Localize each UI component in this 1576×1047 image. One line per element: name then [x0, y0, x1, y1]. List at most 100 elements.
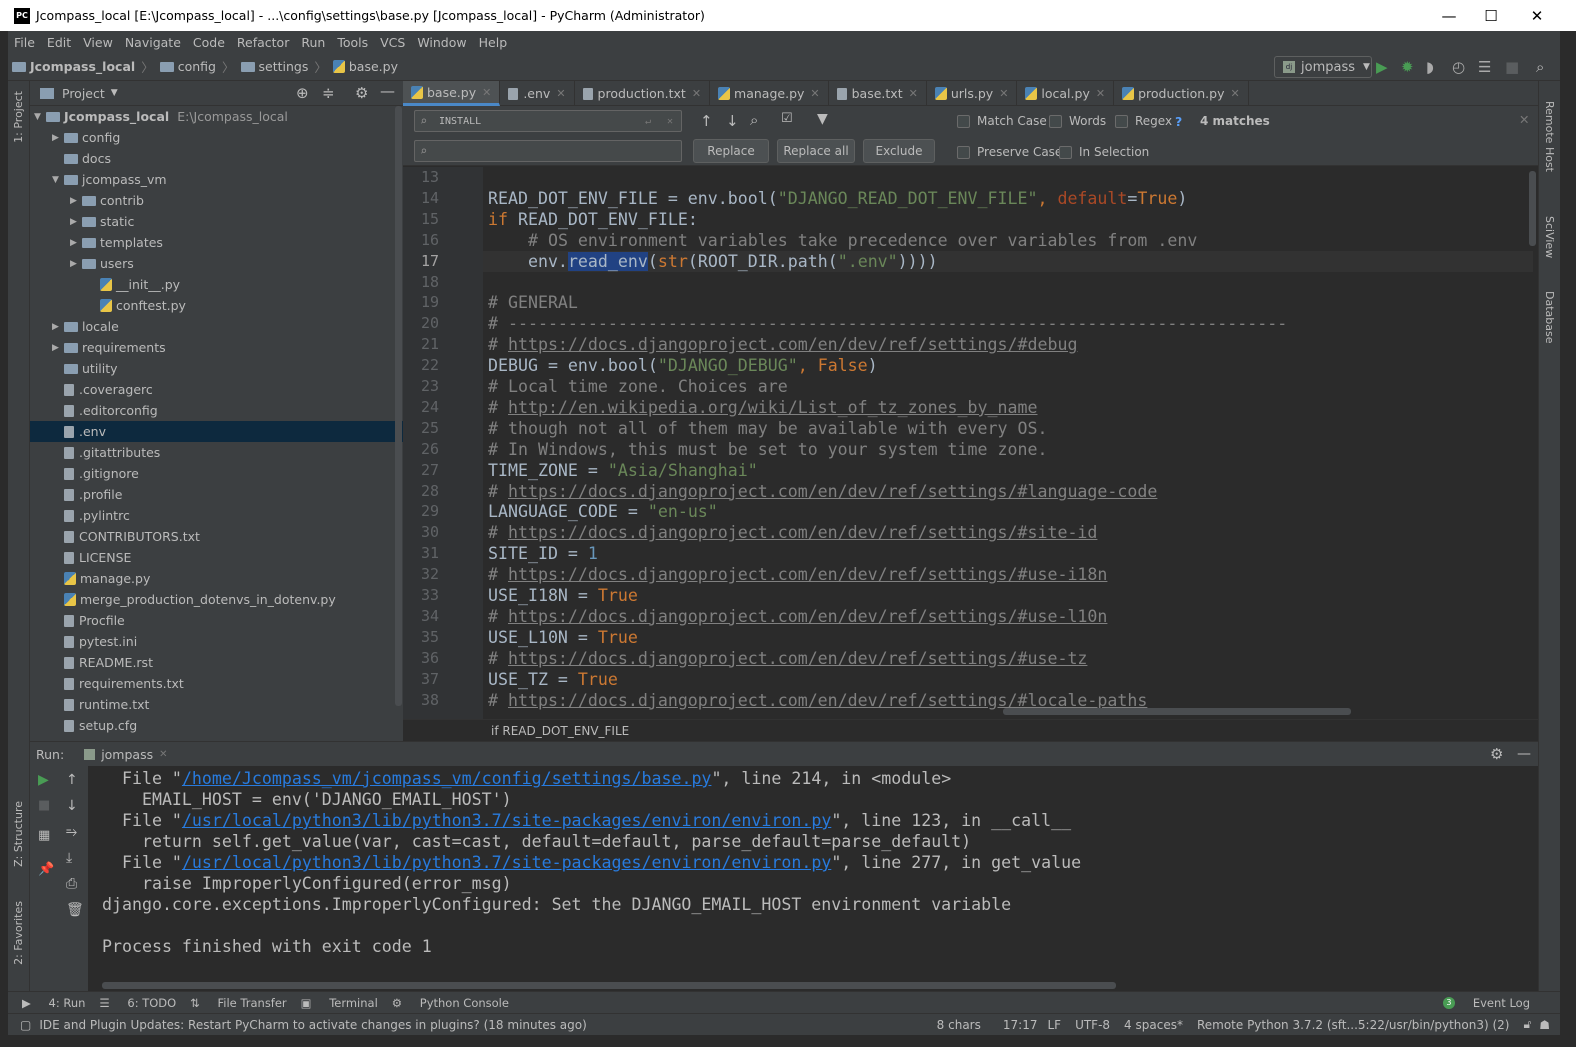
structure-tool-tab[interactable]: Z: Structure	[12, 801, 25, 867]
regex-checkbox[interactable]: Regex	[1115, 114, 1172, 128]
tree-item[interactable]: conftest.py	[30, 295, 403, 316]
tree-item[interactable]: CONTRIBUTORS.txt	[30, 526, 403, 547]
tree-item[interactable]: utility	[30, 358, 403, 379]
code-link[interactable]: https://docs.djangoproject.com/en/dev/re…	[508, 607, 1107, 626]
tab-production-txt[interactable]: production.txt ✕	[575, 81, 711, 106]
editor-horizontal-scrollbar[interactable]	[1003, 708, 1351, 715]
tree-item[interactable]: ▶ templates	[30, 232, 403, 253]
close-tab-icon[interactable]: ✕	[810, 87, 819, 100]
run-tab-jompass[interactable]: jompass ✕	[84, 747, 168, 762]
expand-arrow-icon[interactable]: ▶	[70, 259, 82, 269]
menu-refactor[interactable]: Refactor	[231, 35, 295, 50]
code-area[interactable]: READ_DOT_ENV_FILE = env.bool("DJANGO_REA…	[403, 167, 1538, 719]
console-file-link[interactable]: /usr/local/python3/lib/python3.7/site-pa…	[182, 853, 831, 872]
expand-arrow-icon[interactable]: ▶	[70, 238, 82, 248]
filter-icon[interactable]: ▼	[817, 111, 828, 127]
tab-base-py[interactable]: base.py ✕	[403, 81, 501, 106]
tab--env[interactable]: .env ✕	[500, 81, 575, 106]
tree-item[interactable]: .coveragerc	[30, 379, 403, 400]
menu-window[interactable]: Window	[411, 35, 472, 50]
in-selection-checkbox[interactable]: In Selection	[1059, 145, 1149, 159]
tool-file-transfer[interactable]: ⇅ File Transfer	[190, 996, 286, 1010]
scroll-up-icon[interactable]: ↑	[66, 772, 78, 788]
menu-view[interactable]: View	[77, 35, 119, 50]
code-link[interactable]: https://docs.djangoproject.com/en/dev/re…	[508, 565, 1107, 584]
menu-navigate[interactable]: Navigate	[119, 35, 187, 50]
select-all-occurrences-icon[interactable]: ⌕	[750, 111, 758, 129]
menu-run[interactable]: Run	[295, 35, 331, 50]
caret-position[interactable]: 17:17	[1003, 1018, 1038, 1032]
match-case-checkbox[interactable]: Match Case	[957, 114, 1047, 128]
locate-icon[interactable]: ⊕	[296, 84, 309, 102]
tree-item[interactable]: .env	[30, 421, 403, 442]
menu-file[interactable]: File	[8, 35, 41, 50]
interpreter-setting[interactable]: Remote Python 3.7.2 (sft...5:22/usr/bin/…	[1197, 1018, 1510, 1032]
tree-item[interactable]: ▶ static	[30, 211, 403, 232]
exclude-button[interactable]: Exclude	[863, 139, 935, 163]
menu-edit[interactable]: Edit	[41, 35, 77, 50]
code-link[interactable]: https://docs.djangoproject.com/en/dev/re…	[508, 335, 1077, 354]
menu-tools[interactable]: Tools	[331, 35, 374, 50]
clear-icon[interactable]: ✕	[667, 116, 673, 127]
crumb-settings[interactable]: settings	[237, 59, 313, 74]
tab-local-py[interactable]: local.py ✕	[1017, 81, 1115, 106]
tool-python-console[interactable]: ⚙ Python Console	[392, 996, 509, 1010]
close-tab-icon[interactable]: ✕	[482, 86, 491, 99]
tree-item[interactable]: LICENSE	[30, 547, 403, 568]
regex-help-link[interactable]: ?	[1175, 114, 1182, 129]
tool-terminal[interactable]: ▣ Terminal	[301, 996, 378, 1010]
close-button[interactable]: ✕	[1514, 0, 1560, 31]
tree-item[interactable]: merge_production_dotenvs_in_dotenv.py	[30, 589, 403, 610]
minimize-button[interactable]: —	[1426, 0, 1472, 31]
trash-icon[interactable]: 🗑	[66, 902, 84, 918]
gear-icon[interactable]: ⚙	[1490, 745, 1503, 763]
expand-arrow-icon[interactable]: ▼	[52, 175, 64, 185]
tab-base-txt[interactable]: base.txt ✕	[829, 81, 927, 106]
tree-item[interactable]: pytest.ini	[30, 631, 403, 652]
expand-arrow-icon[interactable]: ▶	[52, 322, 64, 332]
project-scrollbar[interactable]	[395, 106, 402, 706]
tool-run[interactable]: ▶ 4: Run	[22, 996, 85, 1010]
console-file-link[interactable]: /usr/local/python3/lib/python3.7/site-pa…	[182, 811, 831, 830]
scroll-to-end-icon[interactable]: ⤓	[66, 850, 72, 866]
tree-item[interactable]: ▶ locale	[30, 316, 403, 337]
expand-arrow-icon[interactable]: ▶	[70, 196, 82, 206]
crumb-file[interactable]: base.py	[329, 59, 402, 74]
remote-host-tool-tab[interactable]: Remote Host	[1543, 101, 1556, 172]
menu-code[interactable]: Code	[187, 35, 231, 50]
scroll-down-icon[interactable]: ↓	[66, 798, 78, 814]
project-tool-tab[interactable]: 1: Project	[12, 91, 25, 143]
notification-icon[interactable]: ▢	[20, 1018, 31, 1032]
crumb-project[interactable]: Jcompass_local	[8, 59, 139, 74]
hide-icon[interactable]: —	[380, 82, 395, 100]
close-tab-icon[interactable]: ✕	[1096, 87, 1105, 100]
tree-item[interactable]: runtime.txt	[30, 694, 403, 715]
code-link[interactable]: https://docs.djangoproject.com/en/dev/re…	[508, 691, 1147, 710]
close-find-icon[interactable]: ✕	[1519, 112, 1529, 127]
tree-item[interactable]: Procfile	[30, 610, 403, 631]
tree-item[interactable]: docs	[30, 148, 403, 169]
tree-item[interactable]: ▼ jcompass_vm	[30, 169, 403, 190]
close-tab-icon[interactable]: ✕	[159, 749, 167, 760]
tree-item[interactable]: ▶ contrib	[30, 190, 403, 211]
menu-vcs[interactable]: VCS	[374, 35, 411, 50]
collapse-all-icon[interactable]: ≑	[322, 84, 335, 102]
replace-button[interactable]: Replace	[693, 139, 769, 163]
maximize-button[interactable]: ☐	[1468, 0, 1514, 31]
search-icon[interactable]: ⌕	[1536, 58, 1544, 76]
tree-item[interactable]: setup.cfg	[30, 715, 403, 736]
tree-item[interactable]: ▶ config	[30, 127, 403, 148]
rerun-icon[interactable]: ▶	[38, 772, 49, 788]
close-tab-icon[interactable]: ✕	[556, 87, 565, 100]
tree-item[interactable]: ▶ requirements	[30, 337, 403, 358]
replace-input[interactable]: ⌕	[414, 140, 682, 162]
console-file-link[interactable]: /home/Jcompass_vm/jcompass_vm/config/set…	[182, 769, 712, 788]
close-tab-icon[interactable]: ✕	[909, 87, 918, 100]
file-encoding[interactable]: UTF-8	[1075, 1018, 1110, 1032]
line-separator[interactable]: LF	[1047, 1018, 1061, 1032]
close-tab-icon[interactable]: ✕	[692, 87, 701, 100]
sciview-tool-tab[interactable]: SciView	[1543, 216, 1556, 258]
code-breadcrumb[interactable]: if READ_DOT_ENV_FILE	[403, 719, 1538, 741]
console-scrollbar[interactable]	[102, 982, 1116, 989]
tree-item[interactable]: .editorconfig	[30, 400, 403, 421]
